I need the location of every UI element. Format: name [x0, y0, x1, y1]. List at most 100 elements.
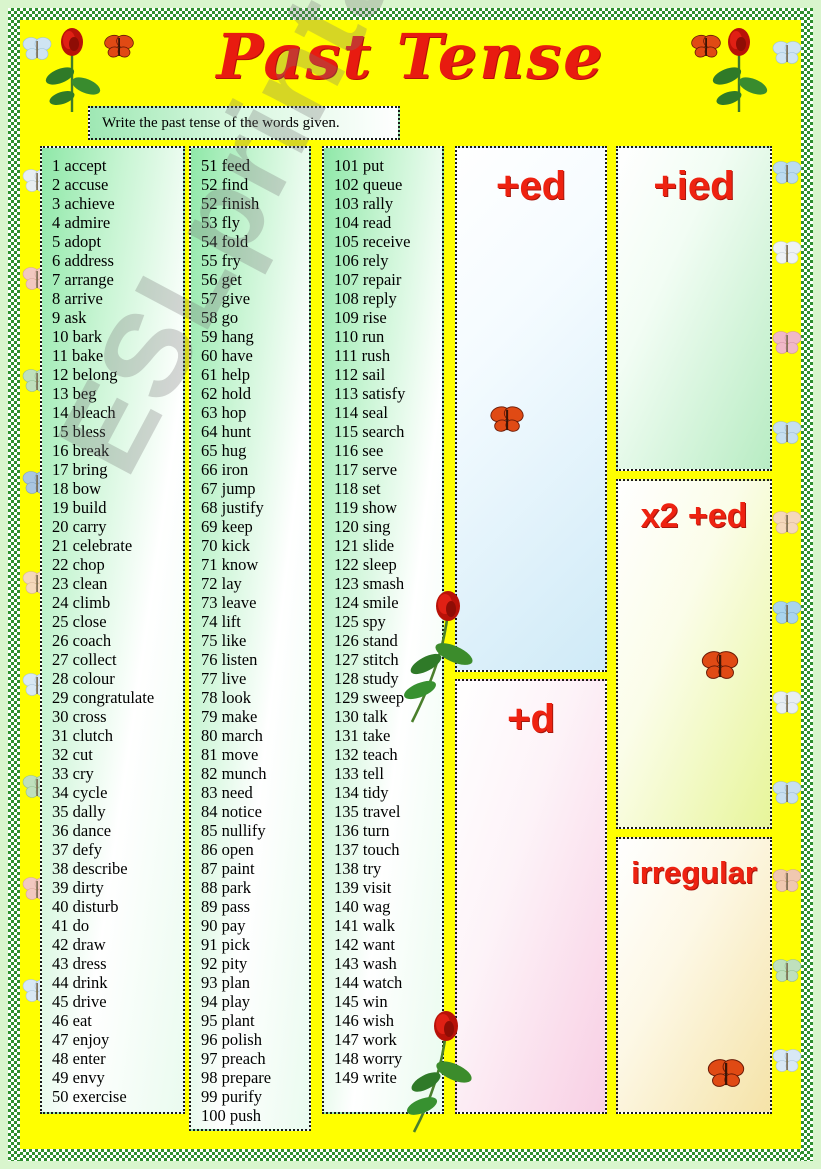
word-list-item: 130 talk: [334, 707, 388, 726]
word-list-item: 140 wag: [334, 897, 391, 916]
word-list-item: 87 paint: [201, 859, 255, 878]
word-list-item: 33 cry: [52, 764, 94, 783]
word-list-item: 84 notice: [201, 802, 262, 821]
word-list-item: 79 make: [201, 707, 258, 726]
word-list-item: 89 pass: [201, 897, 251, 916]
answer-box-ied[interactable]: +ied: [616, 146, 772, 471]
answer-box-irregular[interactable]: irregular: [616, 837, 772, 1114]
word-list-item: 118 set: [334, 479, 381, 498]
word-list-item: 101 put: [334, 156, 384, 175]
word-list-item: 139 visit: [334, 878, 392, 897]
word-list-item: 116 see: [334, 441, 384, 460]
word-list-item: 136 turn: [334, 821, 390, 840]
word-list-item: 44 drink: [52, 973, 108, 992]
word-list-item: 7 arrange: [52, 270, 114, 289]
word-list-item: 22 chop: [52, 555, 105, 574]
page-title: Past Tense: [216, 20, 605, 93]
word-list-item: 29 congratulate: [52, 688, 155, 707]
answer-box-irregular-label: irregular: [631, 855, 757, 890]
word-list-item: 82 munch: [201, 764, 267, 783]
answer-box-x2-ed[interactable]: x2 +ed: [616, 479, 772, 829]
word-list-item: 123 smash: [334, 574, 405, 593]
word-list-item: 98 prepare: [201, 1068, 272, 1087]
word-list-item: 125 spy: [334, 612, 386, 631]
word-list-item: 20 carry: [52, 517, 107, 536]
word-list-item: 94 play: [201, 992, 251, 1011]
page-border-left: [8, 8, 20, 1161]
word-list-item: 77 live: [201, 669, 247, 688]
word-list-item: 103 rally: [334, 194, 394, 213]
word-list-item: 127 stitch: [334, 650, 399, 669]
word-list-item: 12 belong: [52, 365, 118, 384]
word-list-item: 52 find: [201, 175, 249, 194]
word-list-item: 106 rely: [334, 251, 389, 270]
word-list-item: 131 take: [334, 726, 391, 745]
word-list-item: 19 build: [52, 498, 107, 517]
word-list-item: 17 bring: [52, 460, 108, 479]
word-list-item: 48 enter: [52, 1049, 106, 1068]
word-list-item: 6 address: [52, 251, 114, 270]
word-list-item: 9 ask: [52, 308, 87, 327]
word-list-item: 43 dress: [52, 954, 107, 973]
word-list-item: 50 exercise: [52, 1087, 127, 1106]
word-list-item: 141 walk: [334, 916, 395, 935]
word-list-item: 39 dirty: [52, 878, 104, 897]
word-list-item: 51 feed: [201, 156, 251, 175]
word-list-item: 52 finish: [201, 194, 260, 213]
answer-box-ied-label: +ied: [653, 164, 735, 208]
word-list-item: 72 lay: [201, 574, 242, 593]
word-list-item: 93 plan: [201, 973, 251, 992]
word-list-item: 109 rise: [334, 308, 387, 327]
word-list-item: 11 bake: [52, 346, 104, 365]
word-list-item: 68 justify: [201, 498, 264, 517]
answer-box-d[interactable]: +d: [455, 679, 607, 1114]
word-list-item: 122 sleep: [334, 555, 397, 574]
word-list-item: 65 hug: [201, 441, 247, 460]
word-list-item: 3 achieve: [52, 194, 115, 213]
word-list-item: 146 wish: [334, 1011, 395, 1030]
word-list-item: 81 move: [201, 745, 259, 764]
word-list-item: 57 give: [201, 289, 251, 308]
word-list-item: 61 help: [201, 365, 251, 384]
word-list-item: 36 dance: [52, 821, 112, 840]
word-list-item: 114 seal: [334, 403, 388, 422]
word-list-item: 149 write: [334, 1068, 397, 1087]
word-list-item: 41 do: [52, 916, 90, 935]
answer-box-x2-ed-label: x2 +ed: [640, 497, 748, 535]
word-list-item: 133 tell: [334, 764, 384, 783]
word-list-item: 25 close: [52, 612, 107, 631]
word-list-item: 143 wash: [334, 954, 397, 973]
word-list-item: 64 hunt: [201, 422, 251, 441]
word-list-item: 34 cycle: [52, 783, 108, 802]
word-list-item: 105 receive: [334, 232, 411, 251]
word-list-item: 76 listen: [201, 650, 258, 669]
page-border-top: [8, 8, 813, 20]
word-list-item: 121 slide: [334, 536, 395, 555]
word-list-item: 26 coach: [52, 631, 112, 650]
word-list-item: 53 fly: [201, 213, 240, 232]
word-list-item: 95 plant: [201, 1011, 255, 1030]
word-list-item: 54 fold: [201, 232, 249, 251]
word-list-item: 28 colour: [52, 669, 115, 688]
word-list-item: 14 bleach: [52, 403, 116, 422]
word-list-item: 58 go: [201, 308, 239, 327]
word-list-item: 70 kick: [201, 536, 251, 555]
word-list-item: 63 hop: [201, 403, 247, 422]
word-list-item: 86 open: [201, 840, 254, 859]
word-list-item: 134 tidy: [334, 783, 389, 802]
word-list-item: 32 cut: [52, 745, 93, 764]
word-list-item: 92 pity: [201, 954, 248, 973]
word-list-item: 111 rush: [334, 346, 391, 365]
word-list-item: 124 smile: [334, 593, 399, 612]
word-list-item: 102 queue: [334, 175, 403, 194]
word-list-item: 47 enjoy: [52, 1030, 110, 1049]
word-list-item: 62 hold: [201, 384, 251, 403]
answer-box-d-label: +d: [507, 697, 555, 741]
word-list-item: 13 beg: [52, 384, 97, 403]
word-list-item: 1 accept: [52, 156, 107, 175]
word-list-item: 78 look: [201, 688, 251, 707]
word-list-item: 99 purify: [201, 1087, 262, 1106]
word-list-item: 23 clean: [52, 574, 108, 593]
word-list-column-3: 101 put 102 queue 103 rally 104 read 105 rec…: [322, 146, 444, 1114]
answer-box-ed[interactable]: +ed: [455, 146, 607, 672]
